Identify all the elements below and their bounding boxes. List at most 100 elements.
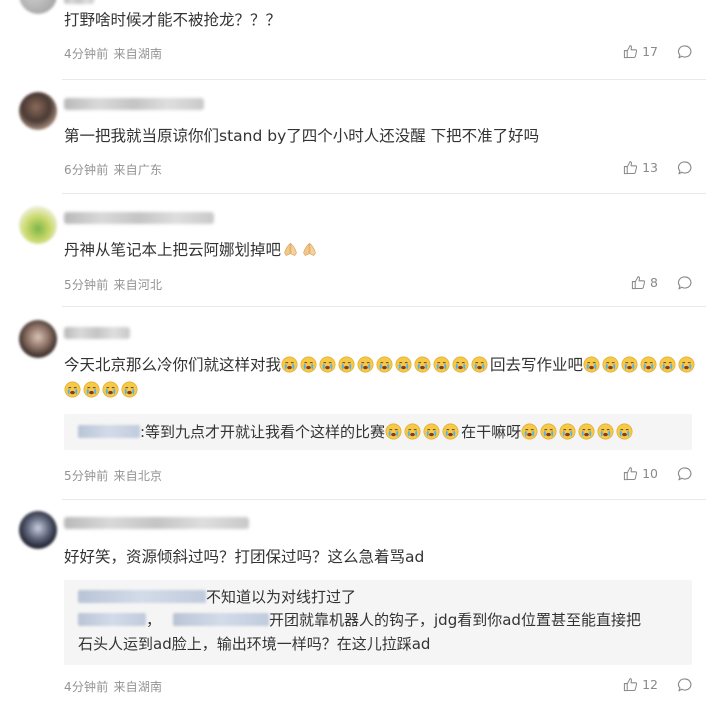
crying-face-emoji: [659, 356, 676, 373]
crying-face-emoji: [521, 423, 538, 440]
crying-face-emoji: [540, 423, 557, 440]
crying-face-emoji: [640, 356, 657, 373]
thumbs-up-icon: [623, 44, 638, 59]
comment-time: 4分钟前: [64, 47, 109, 61]
username[interactable]: [64, 98, 204, 110]
comment-bubble-icon[interactable]: [677, 275, 693, 291]
reply-line: ， 开团就靠机器人的钩子，jdg看到你ad位置甚至能直接把: [78, 609, 641, 631]
crying-face-emoji: [621, 356, 638, 373]
avatar[interactable]: [19, 511, 57, 549]
crying-face-emoji: [423, 423, 440, 440]
comment-location: 来自北京: [113, 469, 163, 483]
reply-username[interactable]: [78, 425, 140, 438]
comment-item: 丹神从笔记本上把云阿娜划掉吧 5分钟前 来自河北 8: [0, 194, 720, 306]
crying-face-emoji: [404, 423, 421, 440]
username[interactable]: [64, 327, 130, 339]
username[interactable]: [64, 517, 249, 529]
crying-face-emoji: [433, 356, 450, 373]
avatar[interactable]: [19, 92, 57, 130]
comment-text: 回去写作业吧: [490, 356, 584, 374]
crying-face-emoji: [471, 356, 488, 373]
comment-item: 今天北京那么冷你们就这样对我 回去写作业吧 :等到九点才开就让我看个这样的比赛 在干…: [0, 307, 720, 499]
reply-line: 石头人运到ad脸上，输出环境一样吗？在这儿拉踩ad: [78, 633, 430, 655]
reply-text: 石头人运到ad脸上，输出环境一样吗？在这儿拉踩ad: [78, 635, 431, 653]
like-count: 12: [642, 677, 658, 692]
emoji-row: [385, 423, 461, 441]
crying-face-emoji: [102, 381, 119, 398]
comment-location: 来自广东: [113, 163, 163, 177]
comment-meta: 5分钟前 来自河北: [64, 276, 162, 293]
comment-feed: 打野啥时候才能不被抢龙？？？ 4分钟前 来自湖南 17 第一把我就当原谅你们sta…: [0, 0, 720, 707]
praying-hands-emoji: [282, 241, 299, 258]
comment-bubble-icon[interactable]: [677, 44, 693, 60]
crying-face-emoji: [442, 423, 459, 440]
like-count: 13: [642, 160, 658, 175]
crying-face-emoji: [300, 356, 317, 373]
crying-face-emoji: [578, 423, 595, 440]
like-count: 17: [642, 44, 658, 59]
thumbs-up-icon: [623, 160, 638, 175]
like-button[interactable]: 12: [623, 677, 658, 692]
crying-face-emoji: [338, 356, 355, 373]
reply-text: 在干嘛呀: [461, 423, 522, 441]
comment-text: 好好笑，资源倾斜过吗？打团保过吗？这么急着骂ad: [64, 548, 425, 566]
reply-text: :等到九点才开就让我看个这样的比赛: [140, 423, 386, 441]
comment-text-line: 丹神从笔记本上把云阿娜划掉吧: [64, 238, 706, 263]
avatar[interactable]: [19, 206, 57, 244]
comment-location: 来自湖南: [113, 680, 163, 694]
like-button[interactable]: 10: [623, 466, 658, 481]
reply-text: ，: [146, 611, 162, 629]
crying-face-emoji: [319, 356, 336, 373]
crying-face-emoji: [83, 381, 100, 398]
crying-face-emoji: [121, 381, 138, 398]
emoji-row: [281, 356, 490, 374]
reply-username[interactable]: [78, 590, 206, 603]
avatar[interactable]: [19, 320, 57, 358]
thumbs-up-icon: [623, 677, 638, 692]
crying-face-emoji: [559, 423, 576, 440]
username[interactable]: [64, 212, 214, 224]
avatar[interactable]: [19, 0, 57, 14]
crying-face-emoji: [583, 356, 600, 373]
comment-item: 打野啥时候才能不被抢龙？？？ 4分钟前 来自湖南 17: [0, 0, 720, 80]
reply-text: 开团就靠机器人的钩子，jdg看到你ad位置甚至能直接把: [269, 611, 641, 629]
like-button[interactable]: 17: [623, 44, 658, 59]
reply-line: 不知道以为对线打过了: [78, 586, 356, 608]
reply-username[interactable]: [173, 613, 270, 626]
like-button[interactable]: 13: [623, 160, 658, 175]
comment-bubble-icon[interactable]: [677, 677, 693, 693]
comment-text: 第一把我就当原谅你们stand by了四个小时人还没醒 下把不准了好吗: [64, 127, 540, 145]
comment-meta: 4分钟前 来自湖南: [64, 45, 162, 62]
crying-face-emoji: [452, 356, 469, 373]
crying-face-emoji: [376, 356, 393, 373]
crying-face-emoji: [357, 356, 374, 373]
like-count: 8: [650, 275, 658, 290]
like-count: 10: [642, 466, 658, 481]
reply-username[interactable]: [78, 613, 146, 626]
comment-text: 今天北京那么冷你们就这样对我: [64, 356, 282, 374]
crying-face-emoji: [281, 356, 298, 373]
reply-box: 不知道以为对线打过了 ，开团就靠机器人的钩子，jdg看到你ad位置甚至能直接把 …: [64, 580, 692, 665]
emoji-row: [521, 423, 635, 441]
comment-text: 丹神从笔记本上把云阿娜划掉吧: [64, 241, 282, 259]
username[interactable]: [64, 0, 94, 4]
comment-item: 好好笑，资源倾斜过吗？打团保过吗？这么急着骂ad 不知道以为对线打过了 ， 开团就…: [0, 500, 720, 707]
like-button[interactable]: 8: [631, 275, 658, 290]
comment-meta: 6分钟前 来自广东: [64, 161, 162, 178]
comment-text-block: 今天北京那么冷你们就这样对我 回去写作业吧: [64, 353, 706, 403]
crying-face-emoji: [395, 356, 412, 373]
comment-bubble-icon[interactable]: [677, 466, 693, 482]
comment-location: 来自河北: [113, 278, 163, 292]
crying-face-emoji: [64, 381, 81, 398]
crying-face-emoji: [414, 356, 431, 373]
thumbs-up-icon: [623, 466, 638, 481]
thumbs-up-icon: [631, 275, 646, 290]
comment-bubble-icon[interactable]: [677, 160, 693, 176]
comment-text: 打野啥时候才能不被抢龙？？？: [64, 11, 282, 29]
comment-meta: 4分钟前 来自湖南: [64, 678, 162, 695]
comment-meta: 5分钟前 来自北京: [64, 467, 162, 484]
reply-line: :等到九点才开就让我看个这样的比赛 在干嘛呀: [78, 421, 635, 443]
praying-hands-emoji: [301, 241, 318, 258]
crying-face-emoji: [602, 356, 619, 373]
crying-face-emoji: [385, 423, 402, 440]
